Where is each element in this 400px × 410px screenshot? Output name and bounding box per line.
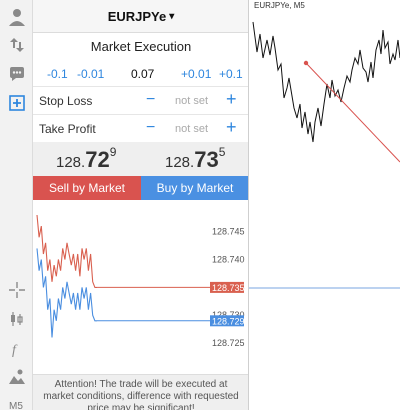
function-icon[interactable]: f	[4, 336, 29, 361]
y-tick-label: 128.745	[212, 227, 245, 237]
order-panel: EURJPYe ▾ Market Execution -0.1 -0.01 0.…	[33, 0, 249, 410]
stop-loss-input[interactable]: not set	[175, 95, 208, 107]
ask-price-prefix: 128.	[165, 154, 195, 171]
new-order-icon[interactable]	[4, 90, 29, 115]
take-profit-row: Take Profit − not set +	[33, 115, 248, 143]
bid-price: 128.729	[56, 145, 117, 173]
ask-price-badge: 128.735	[212, 283, 245, 293]
execution-type-selector[interactable]: Market Execution	[33, 33, 248, 59]
volume-increase-large-button[interactable]: +0.1	[219, 67, 243, 81]
take-profit-minus-button[interactable]: −	[146, 119, 155, 137]
ask-price-main: 73	[194, 147, 219, 172]
left-toolbar: f M5	[0, 0, 33, 410]
execution-type-label: Market Execution	[90, 38, 192, 54]
take-profit-plus-button[interactable]: +	[226, 117, 237, 138]
trend-line-anchor[interactable]	[303, 60, 309, 66]
symbol-name: EURJPYe	[107, 8, 167, 24]
bid-price-badge: 128.729	[212, 316, 245, 326]
take-profit-label: Take Profit	[39, 122, 96, 136]
trade-arrows-icon[interactable]	[4, 32, 29, 57]
stop-loss-label: Stop Loss	[39, 94, 93, 108]
execution-warning: Attention! The trade will be executed at…	[33, 374, 248, 410]
chat-icon[interactable]	[4, 61, 29, 86]
objects-icon[interactable]	[4, 364, 29, 389]
candles-icon[interactable]	[4, 306, 29, 331]
ask-price: 128.735	[165, 145, 226, 173]
stop-loss-row: Stop Loss − not set +	[33, 87, 248, 115]
timeframe-label[interactable]: M5	[9, 401, 23, 410]
stop-loss-plus-button[interactable]: +	[226, 89, 237, 110]
trend-line[interactable]	[305, 62, 400, 163]
main-price-chart[interactable]	[249, 0, 400, 410]
quote-area: 128.729 128.735	[33, 142, 248, 176]
symbol-selector[interactable]: EURJPYe ▾	[33, 0, 248, 33]
bid-price-prefix: 128.	[56, 154, 86, 171]
bid-price-pipette: 9	[109, 145, 117, 159]
trade-buttons: Sell by Market Buy by Market	[33, 176, 248, 200]
sell-by-market-button[interactable]: Sell by Market	[33, 176, 141, 200]
volume-row: -0.1 -0.01 0.07 +0.01 +0.1	[33, 59, 248, 87]
chevron-down-icon: ▾	[169, 10, 175, 22]
tick-chart: 128.745128.740128.735128.730128.725128.7…	[36, 214, 245, 348]
main-price-series	[252, 21, 400, 143]
account-icon[interactable]	[4, 4, 29, 29]
crosshair-icon[interactable]	[4, 277, 29, 302]
svg-text:f: f	[12, 343, 18, 358]
y-tick-label: 128.725	[212, 338, 245, 348]
y-tick-label: 128.740	[212, 255, 245, 265]
stop-loss-minus-button[interactable]: −	[146, 91, 155, 109]
main-chart-title: EURJPYe, M5	[254, 1, 305, 10]
volume-decrease-large-button[interactable]: -0.1	[47, 67, 68, 81]
bid-price-main: 72	[85, 147, 110, 172]
volume-increase-small-button[interactable]: +0.01	[181, 67, 211, 81]
ask-price-pipette: 5	[218, 145, 226, 159]
volume-value[interactable]: 0.07	[131, 67, 154, 81]
buy-by-market-button[interactable]: Buy by Market	[141, 176, 248, 200]
volume-decrease-small-button[interactable]: -0.01	[77, 67, 104, 81]
take-profit-input[interactable]: not set	[175, 123, 208, 135]
